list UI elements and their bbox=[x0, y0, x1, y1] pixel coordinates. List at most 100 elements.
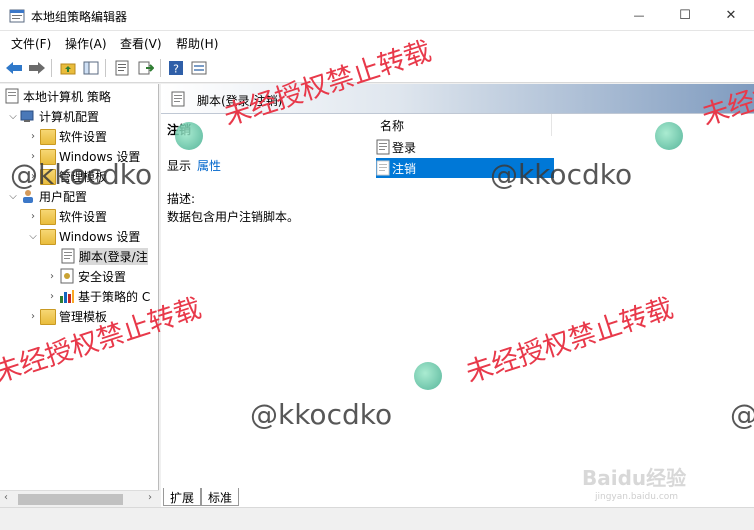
minimize-icon: — bbox=[633, 9, 645, 22]
tree-node-cc-admin[interactable]: › 管理模板 bbox=[26, 166, 107, 186]
export-icon bbox=[138, 61, 154, 75]
tree-node-cc-windows[interactable]: › Windows 设置 bbox=[26, 146, 140, 166]
maximize-icon: ☐ bbox=[679, 8, 691, 23]
baidu-logo: Baidu经验 bbox=[582, 466, 687, 490]
script-icon bbox=[376, 139, 390, 155]
column-header-name[interactable]: 名称 bbox=[380, 117, 404, 134]
window-title: 本地组策略编辑器 bbox=[31, 10, 128, 24]
tree-node-root[interactable]: 本地计算机 策略 bbox=[4, 86, 111, 106]
chevron-down-icon[interactable]: ⌵ bbox=[26, 229, 40, 243]
tab-standard[interactable]: 标准 bbox=[201, 488, 240, 506]
description-label: 描述: bbox=[167, 192, 196, 206]
chevron-right-icon[interactable]: › bbox=[26, 169, 40, 183]
view-button[interactable] bbox=[189, 58, 209, 78]
tab-extended[interactable]: 扩展 bbox=[163, 488, 202, 506]
svg-text:?: ? bbox=[173, 63, 179, 76]
menu-file[interactable]: 文件(F) bbox=[11, 35, 51, 52]
tree-label: 安全设置 bbox=[78, 269, 127, 284]
column-divider[interactable] bbox=[551, 114, 552, 136]
bar-chart-icon bbox=[60, 290, 74, 303]
toolbar-separator bbox=[160, 59, 161, 77]
list-item[interactable]: 登录 bbox=[376, 137, 554, 157]
folder-icon bbox=[40, 149, 56, 165]
user-icon bbox=[23, 190, 33, 203]
watermark-dot-icon bbox=[414, 362, 442, 390]
tree-label: 管理模板 bbox=[59, 309, 108, 324]
export-list-button[interactable] bbox=[136, 58, 156, 78]
forward-arrow-icon bbox=[29, 62, 45, 74]
tree-label: 计算机配置 bbox=[39, 109, 100, 124]
toolbar-separator bbox=[105, 59, 106, 77]
menu-help[interactable]: 帮助(H) bbox=[176, 35, 218, 52]
list-item-selected[interactable]: 注销 bbox=[376, 158, 554, 178]
baidu-url: jingyan.baidu.com bbox=[595, 492, 679, 502]
watermark-dot-icon bbox=[175, 122, 203, 150]
view-icon bbox=[191, 61, 207, 75]
folder-open-icon bbox=[40, 229, 56, 245]
chevron-right-icon[interactable]: › bbox=[26, 129, 40, 143]
tree-label: Windows 设置 bbox=[59, 229, 141, 244]
script-icon bbox=[61, 248, 75, 264]
menu-action[interactable]: 操作(A) bbox=[65, 35, 107, 52]
up-folder-button[interactable] bbox=[58, 58, 78, 78]
tree-label: 基于策略的 C bbox=[78, 289, 151, 304]
menu-view[interactable]: 查看(V) bbox=[120, 35, 162, 52]
chevron-right-icon[interactable]: › bbox=[45, 289, 59, 303]
tree-node-uc-security[interactable]: › 安全设置 bbox=[45, 266, 126, 286]
list-item-label: 登录 bbox=[392, 140, 417, 155]
scroll-left-icon[interactable]: ‹ bbox=[4, 492, 8, 503]
tree-node-cc-software[interactable]: › 软件设置 bbox=[26, 126, 107, 146]
tree-label: Windows 设置 bbox=[59, 149, 141, 164]
folder-icon bbox=[40, 129, 56, 145]
tree-node-uc-software[interactable]: › 软件设置 bbox=[26, 206, 107, 226]
folder-icon bbox=[40, 309, 56, 325]
properties-link[interactable]: 属性 bbox=[197, 159, 221, 173]
close-icon: ✕ bbox=[725, 8, 737, 23]
menu-bar: 文件(F) 操作(A) 查看(V) 帮助(H) bbox=[0, 31, 754, 54]
chevron-down-icon[interactable]: ⌵ bbox=[6, 189, 20, 203]
chevron-right-icon[interactable]: › bbox=[26, 309, 40, 323]
minimize-button[interactable]: — bbox=[616, 0, 662, 31]
chevron-right-icon[interactable]: › bbox=[45, 269, 59, 283]
tree-label: 软件设置 bbox=[59, 209, 108, 224]
forward-button[interactable] bbox=[27, 58, 47, 78]
tree-node-uc-admin[interactable]: › 管理模板 bbox=[26, 306, 107, 326]
tree-label: 本地计算机 策略 bbox=[23, 89, 111, 104]
chevron-right-icon[interactable]: › bbox=[26, 209, 40, 223]
toolbar: ? bbox=[0, 54, 754, 83]
title-bar: 本地组策略编辑器 — ☐ ✕ bbox=[0, 0, 754, 31]
policy-doc-icon bbox=[5, 88, 19, 104]
tree-node-uc-scripts[interactable]: 脚本(登录/注 bbox=[60, 246, 148, 266]
properties-button[interactable] bbox=[112, 58, 132, 78]
chevron-down-icon[interactable]: ⌵ bbox=[6, 109, 20, 123]
list-item-label: 注销 bbox=[392, 161, 417, 176]
tree-label: 软件设置 bbox=[59, 129, 108, 144]
security-icon bbox=[60, 268, 74, 284]
back-button[interactable] bbox=[4, 58, 24, 78]
tree-node-computer-config[interactable]: ⌵ 计算机配置 bbox=[6, 106, 99, 126]
show-label: 显示 bbox=[167, 159, 192, 173]
tree-horizontal-scrollbar[interactable]: ‹ › bbox=[0, 490, 159, 507]
folder-up-icon bbox=[60, 63, 76, 75]
folder-icon bbox=[40, 169, 56, 185]
script-icon bbox=[376, 160, 390, 176]
console-tree[interactable]: 本地计算机 策略 ⌵ 计算机配置 › 软件设置 › Windows 设置 › 管… bbox=[0, 84, 159, 507]
toolbar-separator bbox=[51, 59, 52, 77]
computer-icon bbox=[20, 110, 34, 122]
policy-editor-icon bbox=[9, 9, 25, 23]
scroll-thumb[interactable] bbox=[18, 494, 123, 505]
close-button[interactable]: ✕ bbox=[708, 0, 754, 31]
tree-label: 脚本(登录/注 bbox=[79, 247, 148, 265]
tree-node-uc-qos[interactable]: › 基于策略的 C bbox=[45, 286, 150, 306]
show-properties-line: 显示 属性 bbox=[167, 157, 221, 174]
help-button[interactable]: ? bbox=[166, 58, 186, 78]
tree-node-uc-windows[interactable]: ⌵ Windows 设置 bbox=[26, 226, 140, 246]
status-bar bbox=[0, 507, 754, 530]
scroll-right-icon[interactable]: › bbox=[148, 492, 152, 503]
tree-node-user-config[interactable]: ⌵ 用户配置 bbox=[6, 186, 87, 206]
show-hide-tree-button[interactable] bbox=[81, 58, 101, 78]
maximize-button[interactable]: ☐ bbox=[662, 0, 708, 31]
chevron-right-icon[interactable]: › bbox=[26, 149, 40, 163]
back-arrow-icon bbox=[6, 62, 22, 74]
script-icon bbox=[171, 91, 185, 107]
